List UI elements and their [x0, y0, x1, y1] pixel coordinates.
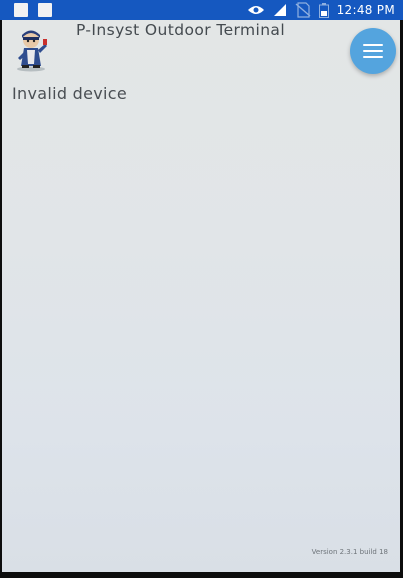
status-message: Invalid device	[12, 84, 128, 103]
app-title: P-Insyst Outdoor Terminal	[76, 21, 286, 39]
status-time: 12:48 PM	[336, 3, 395, 17]
status-bar-system: 12:48 PM	[247, 2, 395, 18]
mascot-logo-icon	[17, 30, 47, 72]
signal-icon	[273, 4, 286, 16]
menu-button[interactable]	[350, 28, 396, 74]
notification-icon	[38, 3, 52, 17]
battery-icon	[318, 2, 329, 18]
device-frame: 12:48 PM P-Insyst Outdoor Terminal Inval…	[0, 0, 403, 578]
status-bar-notifications	[14, 3, 52, 17]
no-sim-icon	[295, 2, 311, 18]
status-bar: 12:48 PM	[0, 0, 403, 20]
version-label: Version 2.3.1 build 18	[311, 548, 388, 556]
eye-icon	[247, 6, 264, 14]
app-screen: P-Insyst Outdoor Terminal Invalid device…	[2, 20, 400, 572]
notification-icon	[14, 3, 28, 17]
hamburger-menu-icon	[363, 44, 383, 58]
